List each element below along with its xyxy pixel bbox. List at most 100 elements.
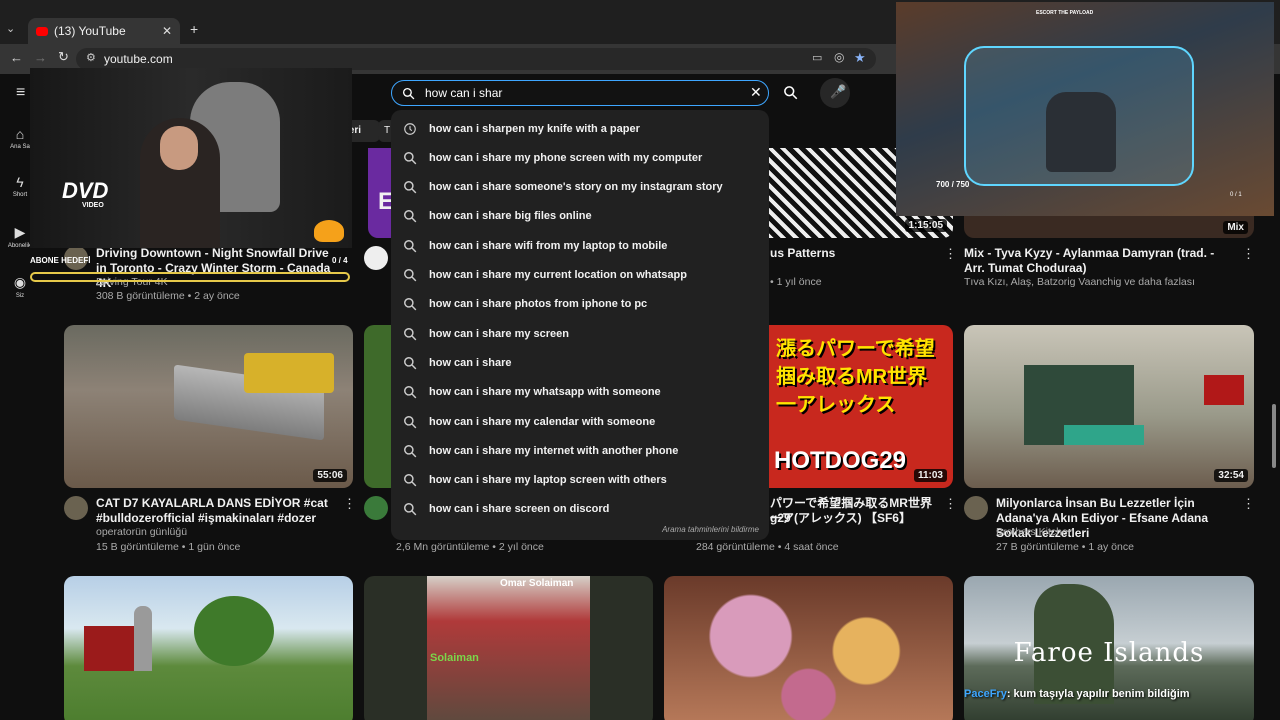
search-suggestions: how can i sharpen my knife with a paper h…	[391, 110, 769, 540]
new-tab-icon[interactable]: +	[190, 21, 198, 37]
forward-icon[interactable]: →	[34, 50, 47, 65]
search-box[interactable]: how can i shar ✕	[391, 80, 769, 106]
video-thumbnail[interactable]: Omar Solaiman Solaiman	[364, 576, 653, 720]
red-barn	[84, 626, 134, 671]
suggestion-text: how can i share wifi from my laptop to m…	[429, 239, 668, 252]
more-actions-icon[interactable]: ⋮	[944, 496, 957, 512]
streamer-face	[160, 126, 198, 170]
search-icon	[402, 87, 415, 100]
video-meta: 27 B görüntüleme • 1 ay önce	[996, 541, 1134, 553]
more-actions-icon[interactable]: ⋮	[1242, 246, 1255, 262]
search-suggestion[interactable]: how can i share my laptop screen with ot…	[391, 466, 769, 495]
search-suggestion[interactable]: how can i share	[391, 348, 769, 377]
search-suggestion[interactable]: how can i share photos from iphone to pc	[391, 290, 769, 319]
channel-avatar[interactable]	[364, 496, 388, 520]
thumbnail-caption: Solaiman	[430, 652, 479, 664]
eye-off-icon[interactable]: ◎	[834, 50, 844, 64]
channel-avatar[interactable]	[964, 496, 988, 520]
bookmark-star-icon[interactable]: ★	[854, 50, 866, 66]
more-actions-icon[interactable]: ⋮	[1242, 496, 1255, 512]
video-thumbnail[interactable]: 32:54	[964, 325, 1254, 488]
channel-name[interactable]: Tıva Kızı, Alaş, Batzorig Vaanchig ve da…	[964, 275, 1254, 290]
subscribe-goal-count: 0 / 4	[332, 256, 348, 265]
url-bar[interactable]: ⚙ youtube.com ▭ ◎ ★	[76, 48, 876, 70]
video-thumbnail[interactable]: Mix	[964, 216, 1254, 238]
search-suggestion[interactable]: how can i share my screen	[391, 319, 769, 348]
site-info-icon[interactable]: ⚙	[86, 51, 96, 64]
video-thumbnail[interactable]	[364, 325, 392, 488]
thumbnail-text-2: HOTDOG29	[774, 447, 907, 474]
video-meta: 308 B görüntüleme • 2 ay önce	[96, 290, 240, 302]
search-icon	[391, 356, 429, 370]
search-submit-icon	[784, 86, 798, 100]
search-button[interactable]	[776, 80, 806, 106]
search-icon	[391, 180, 429, 194]
tree	[194, 596, 274, 666]
channel-avatar[interactable]	[64, 496, 88, 520]
search-suggestion[interactable]: how can i share someone's story on my in…	[391, 173, 769, 202]
video-thumbnail[interactable]: 漲るパワーで希望掴み取るMR世界一アレックス HOTDOG29 11:03	[768, 325, 953, 488]
suggestion-text: how can i share my screen	[429, 327, 570, 340]
reload-icon[interactable]: ↻	[58, 49, 69, 65]
search-icon	[391, 327, 429, 341]
search-icon	[391, 297, 429, 311]
mix-badge: Mix	[1223, 221, 1248, 234]
dvd-logo: DVD	[62, 178, 109, 203]
search-suggestion[interactable]: how can i share my internet with another…	[391, 436, 769, 465]
search-icon	[391, 385, 429, 399]
search-icon	[391, 444, 429, 458]
suggestion-text: how can i share my phone screen with my …	[429, 151, 703, 164]
report-predictions-link[interactable]: Arama tahminlerini bildirme	[662, 525, 759, 534]
search-suggestion[interactable]: how can i share my phone screen with my …	[391, 143, 769, 172]
video-thumbnail[interactable]	[664, 576, 953, 720]
thumbnail-text: 漲るパワーで希望掴み取るMR世界一アレックス	[776, 338, 935, 416]
video-thumbnail[interactable]: 55:06	[64, 325, 353, 488]
video-title-line2[interactable]: g29 (アレックス) 【SF6】	[770, 511, 940, 526]
search-suggestion[interactable]: how can i sharpen my knife with a paper	[391, 114, 769, 143]
duration-badge: 55:06	[313, 469, 347, 482]
video-title[interactable]: Mix - Tyva Kyzy - Aylanmaa Damyran (trad…	[964, 246, 1234, 276]
search-suggestion[interactable]: how can i share screen on discord	[391, 495, 769, 524]
suggestion-text: how can i share photos from iphone to pc	[429, 298, 648, 311]
tab-title: (13) YouTube	[54, 24, 126, 38]
search-suggestion[interactable]: how can i share my current location on w…	[391, 261, 769, 290]
more-actions-icon[interactable]: ⋮	[343, 496, 356, 512]
video-meta: 2,6 Mn görüntüleme • 2 yıl önce	[396, 541, 544, 553]
webcam-overlay: DVD VIDEO	[30, 68, 352, 248]
microphone-icon: 🎤	[830, 84, 847, 99]
search-suggestion[interactable]: how can i share my calendar with someone	[391, 407, 769, 436]
menu-icon[interactable]: ≡	[16, 84, 25, 102]
suggestion-text: how can i share my whatsapp with someone	[429, 386, 661, 399]
dvd-logo-sub: VIDEO	[82, 202, 104, 209]
search-suggestion[interactable]: how can i share my whatsapp with someone	[391, 378, 769, 407]
video-title[interactable]: us Patterns	[770, 246, 940, 261]
voice-search-button[interactable]: 🎤	[820, 78, 850, 108]
page-scrollbar[interactable]	[1272, 404, 1276, 468]
striped-counter	[1064, 425, 1144, 445]
channel-name[interactable]: Brothers Kitchen	[996, 525, 1074, 540]
channel-avatar[interactable]	[364, 246, 388, 270]
search-icon	[391, 415, 429, 429]
search-suggestion[interactable]: how can i share big files online	[391, 202, 769, 231]
cast-icon[interactable]: ▭	[812, 51, 822, 64]
tab-list-chevron-icon[interactable]: ⌄	[6, 22, 15, 35]
hero-model	[1046, 92, 1116, 172]
duration-badge: 32:54	[1214, 469, 1248, 482]
game-overlay: ESCORT THE PAYLOAD 700 / 750 0 / 1	[896, 2, 1274, 216]
thumbnail-title: Faroe Islands	[1013, 638, 1205, 668]
search-input[interactable]: how can i shar	[425, 86, 502, 100]
video-thumbnail[interactable]	[64, 576, 353, 720]
back-icon[interactable]: ←	[10, 50, 23, 65]
video-title[interactable]: CAT D7 KAYALARLA DANS EDİYOR #cat #bulld…	[96, 496, 334, 526]
channel-name[interactable]: operatorün günlüğü	[96, 525, 187, 540]
duration-badge: 1:15:05	[904, 219, 947, 232]
tab-youtube[interactable]: (13) YouTube ✕	[28, 18, 180, 44]
clear-search-icon[interactable]: ✕	[750, 84, 762, 101]
subscribe-goal-bar	[30, 272, 350, 282]
chat-user: PaceFry	[964, 688, 1007, 700]
more-actions-icon[interactable]: ⋮	[944, 246, 957, 262]
search-suggestion[interactable]: how can i share wifi from my laptop to m…	[391, 231, 769, 260]
subscribe-goal-label: ABONE HEDEFİ	[30, 256, 91, 265]
youtube-favicon-icon	[36, 26, 48, 36]
close-tab-icon[interactable]: ✕	[162, 24, 172, 38]
